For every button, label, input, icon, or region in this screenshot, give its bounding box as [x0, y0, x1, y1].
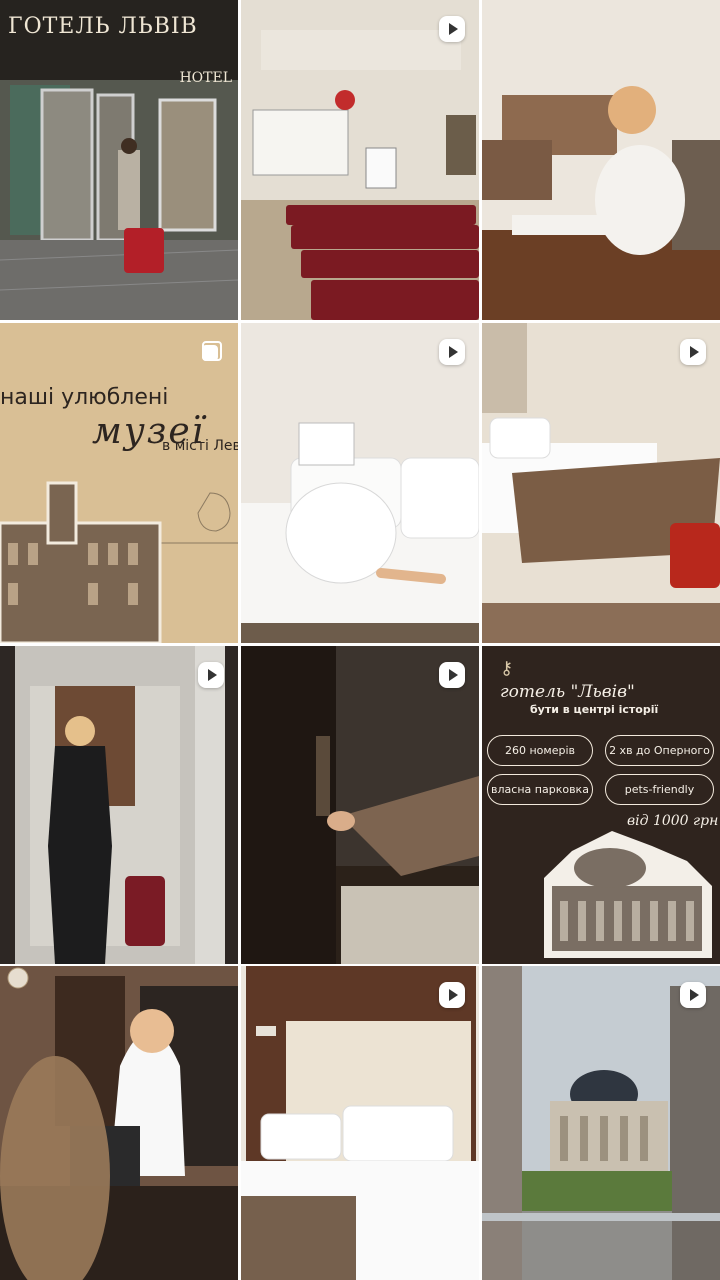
- video-badge-icon: [439, 662, 465, 688]
- grid-post-hotel-entrance[interactable]: ГОТЕЛЬ ЛЬВІВ HOTEL: [0, 0, 238, 320]
- museum-building-image: [0, 481, 238, 643]
- grid-post-museums[interactable]: наші улюблені музеї в місті Лев: [0, 323, 238, 643]
- grid-post-woman-laptop[interactable]: [482, 0, 720, 320]
- video-badge-icon: [439, 982, 465, 1008]
- woman-laptop-image: [482, 0, 720, 320]
- woman-bed-image: [241, 323, 479, 643]
- video-badge-icon: [439, 16, 465, 42]
- door-key-image: [241, 646, 479, 964]
- grid-post-bedroom[interactable]: [241, 966, 479, 1280]
- grid-post-conference-hall[interactable]: [241, 0, 479, 320]
- bedroom-image: [241, 966, 479, 1280]
- hotel-sign-english: HOTEL: [179, 70, 232, 86]
- grid-post-reception[interactable]: [0, 966, 238, 1280]
- reception-image: [0, 966, 238, 1280]
- hotel-sign: ГОТЕЛЬ ЛЬВІВ: [8, 14, 198, 39]
- grid-post-door-key[interactable]: [241, 646, 479, 964]
- woman-elevator-image: [0, 646, 238, 964]
- post-grid: ГОТЕЛЬ ЛЬВІВ HOTEL наші улюблені музеї в…: [0, 0, 720, 1280]
- carousel-badge-icon: [198, 339, 224, 365]
- hotel-entrance-image: [0, 0, 238, 320]
- video-badge-icon: [680, 982, 706, 1008]
- grid-post-woman-elevator[interactable]: [0, 646, 238, 964]
- grid-post-hotel-room[interactable]: [482, 323, 720, 643]
- hotel-room-image: [482, 323, 720, 643]
- video-badge-icon: [680, 339, 706, 365]
- grid-post-hotel-promo[interactable]: ⚷ готель "Львів" бути в центрі історії 2…: [482, 646, 720, 964]
- video-badge-icon: [198, 662, 224, 688]
- city-view-image: [482, 966, 720, 1280]
- grid-post-city-view[interactable]: [482, 966, 720, 1280]
- opera-house-image: [544, 831, 712, 958]
- video-badge-icon: [439, 339, 465, 365]
- conference-hall-image: [241, 0, 479, 320]
- grid-post-woman-bed[interactable]: [241, 323, 479, 643]
